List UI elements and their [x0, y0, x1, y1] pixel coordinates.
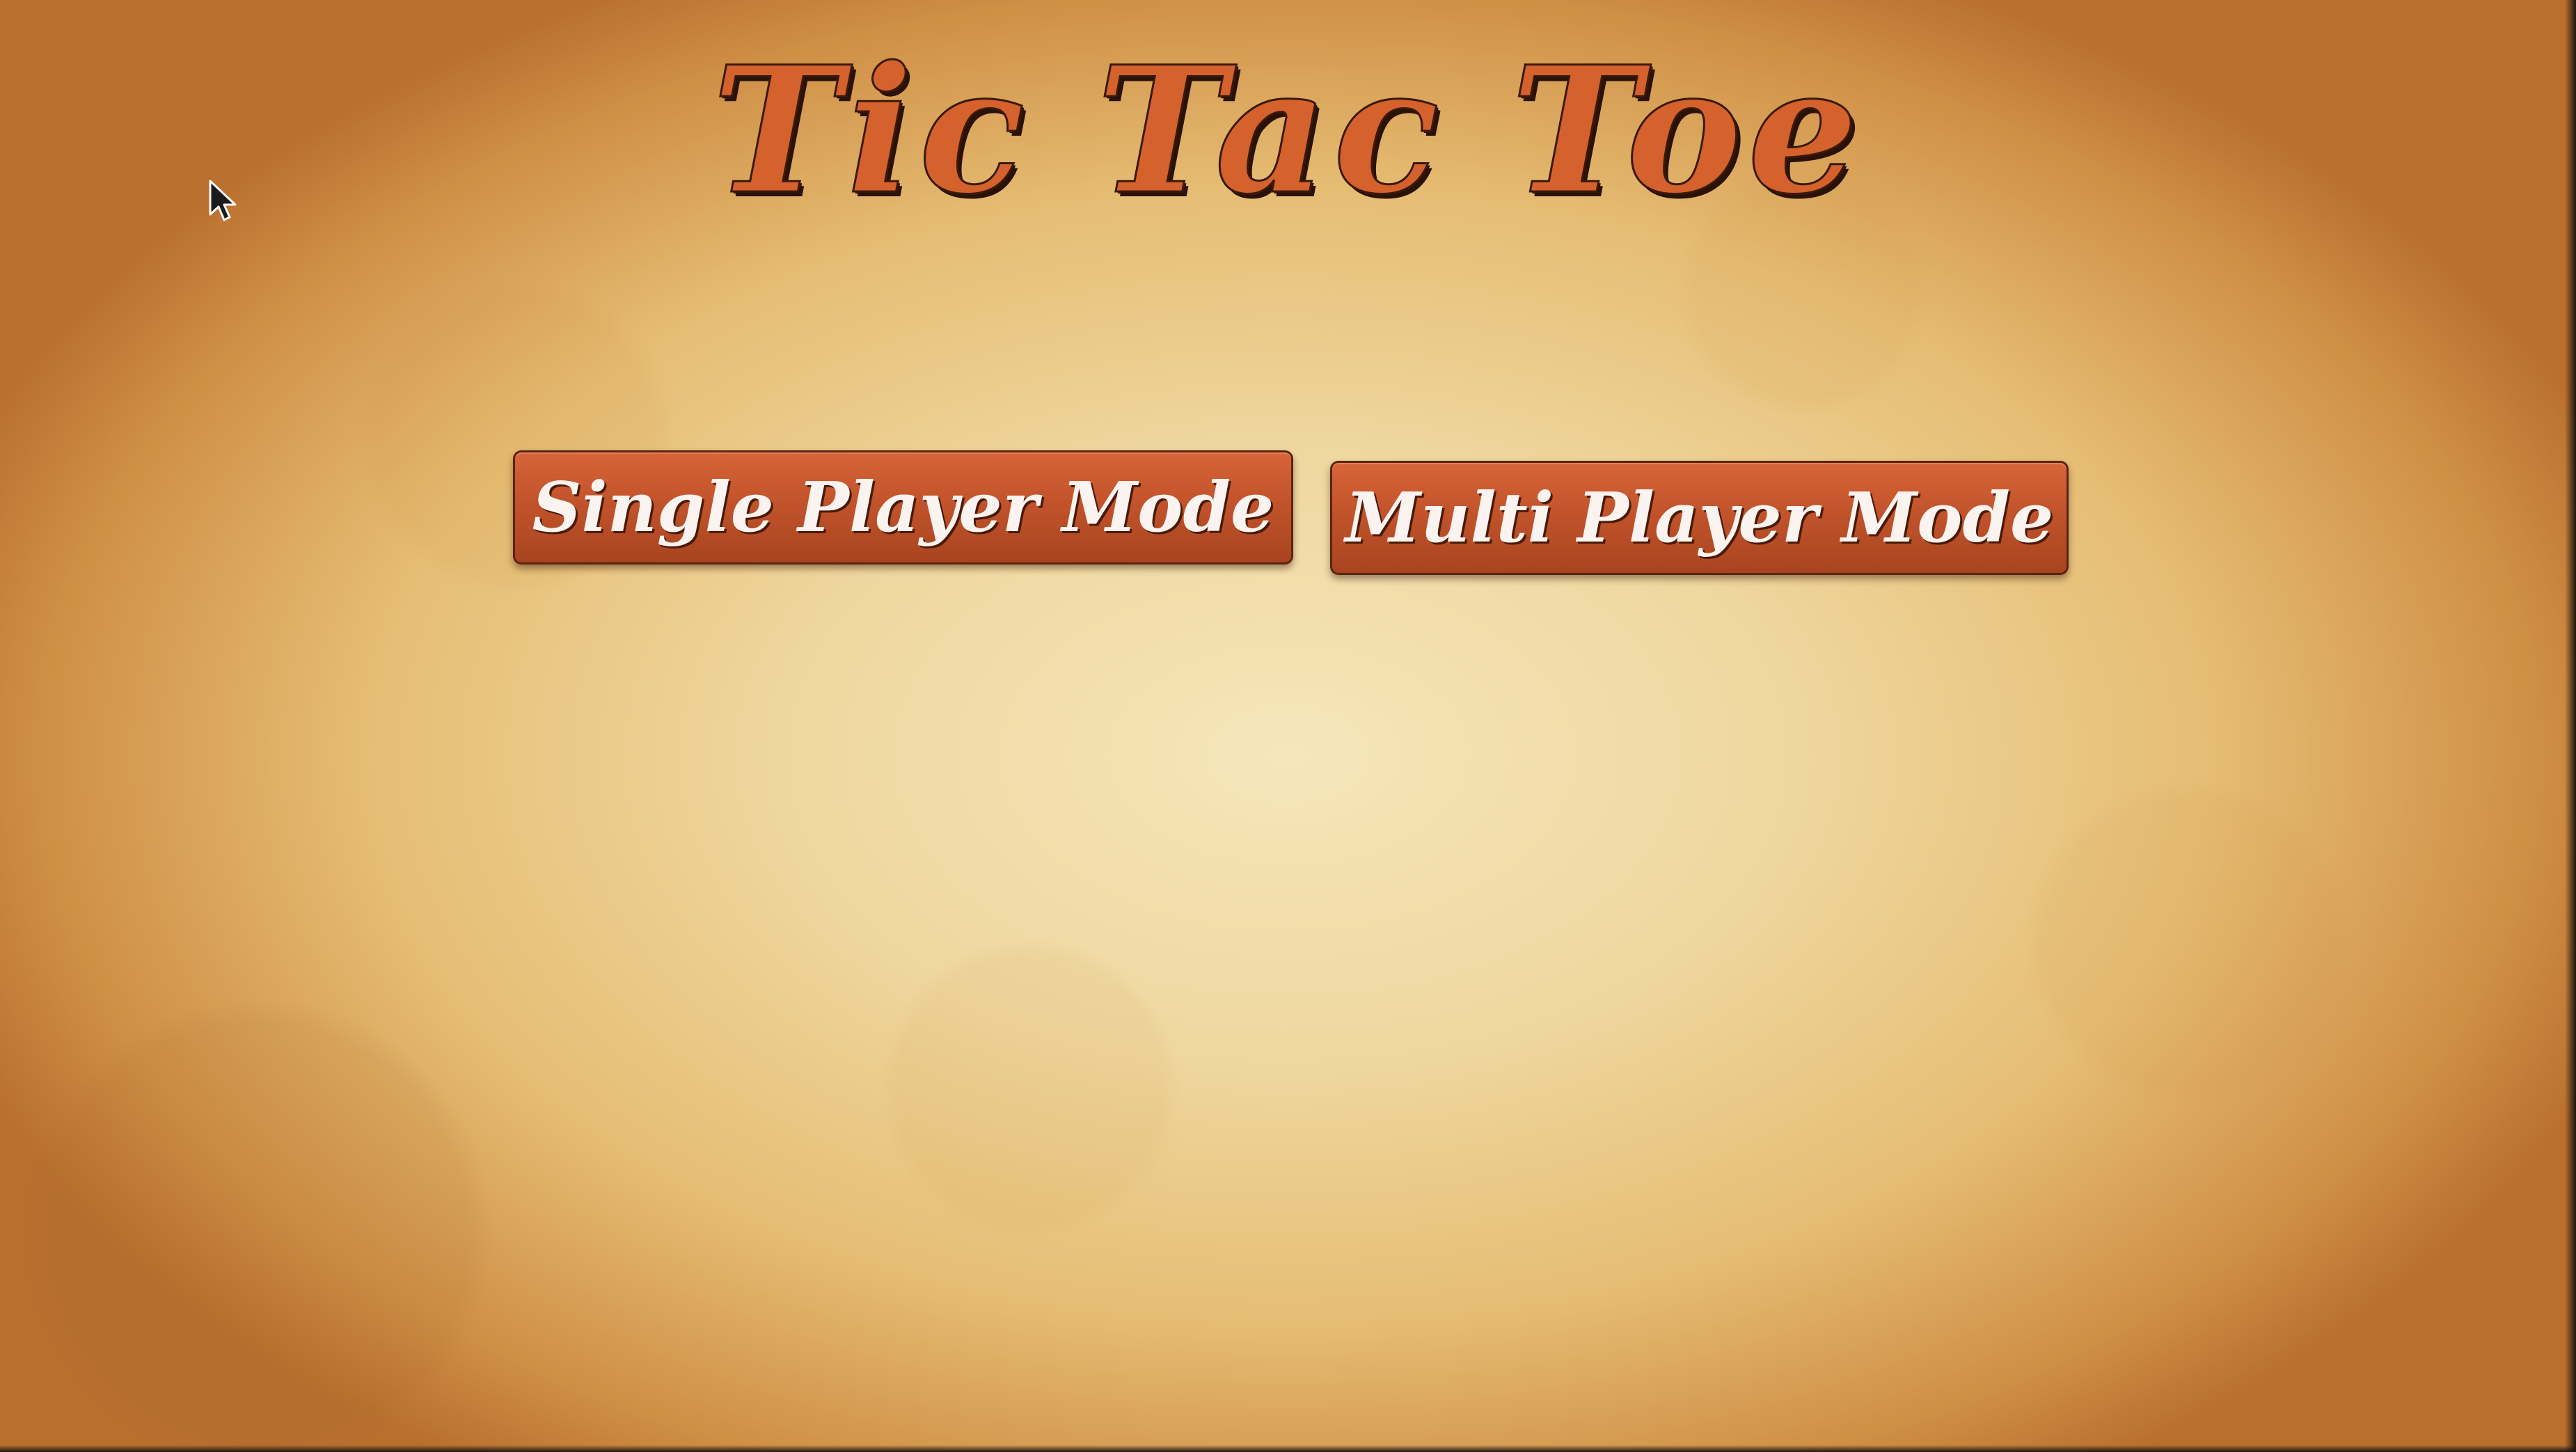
multi-player-mode-button[interactable]: Multi Player Mode	[1330, 461, 2069, 575]
screen-edge-bottom	[0, 1445, 2576, 1452]
multi-player-mode-label: Multi Player Mode	[1345, 478, 2054, 558]
single-player-mode-label: Single Player Mode	[532, 467, 1274, 548]
game-title: Tic Tac Toe	[711, 27, 1864, 234]
screen-edge-right	[2565, 0, 2576, 1452]
single-player-mode-button[interactable]: Single Player Mode	[513, 450, 1293, 565]
game-screen: Tic Tac Toe Single Player Mode Multi Pla…	[0, 0, 2576, 1452]
mouse-cursor-icon	[209, 180, 237, 221]
